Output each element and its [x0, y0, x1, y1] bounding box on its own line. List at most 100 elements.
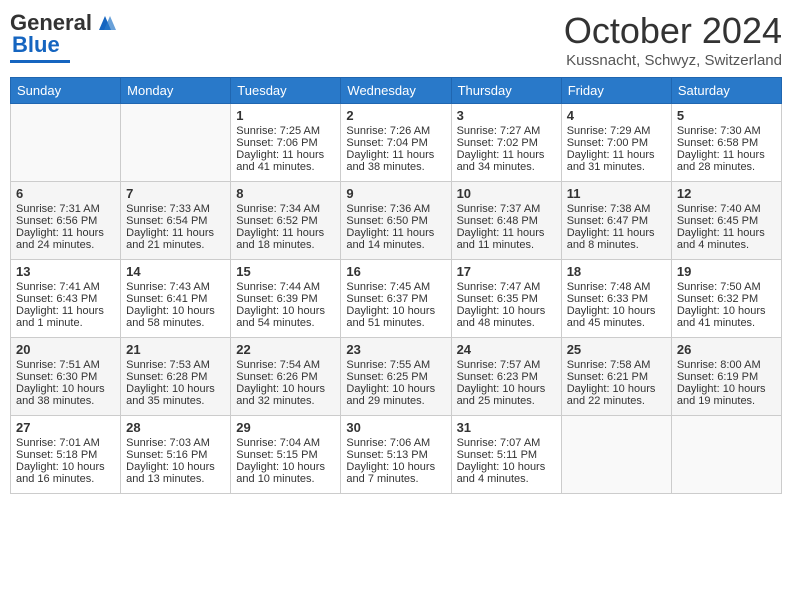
sunrise-text: Sunrise: 7:55 AM	[346, 359, 445, 371]
day-number: 22	[236, 342, 335, 357]
calendar-cell	[671, 416, 781, 494]
sunset-text: Sunset: 6:47 PM	[567, 215, 666, 227]
day-number: 11	[567, 186, 666, 201]
sunrise-text: Sunrise: 7:40 AM	[677, 203, 776, 215]
daylight-text: Daylight: 11 hours and 31 minutes.	[567, 149, 666, 173]
logo-blue-text: Blue	[12, 32, 60, 58]
sunset-text: Sunset: 6:33 PM	[567, 293, 666, 305]
week-row-2: 6Sunrise: 7:31 AMSunset: 6:56 PMDaylight…	[11, 182, 782, 260]
title-block: October 2024 Kussnacht, Schwyz, Switzerl…	[564, 10, 782, 69]
calendar-cell: 11Sunrise: 7:38 AMSunset: 6:47 PMDayligh…	[561, 182, 671, 260]
day-number: 1	[236, 108, 335, 123]
calendar-cell: 14Sunrise: 7:43 AMSunset: 6:41 PMDayligh…	[121, 260, 231, 338]
day-number: 3	[457, 108, 556, 123]
sunrise-text: Sunrise: 7:06 AM	[346, 437, 445, 449]
day-number: 13	[16, 264, 115, 279]
day-number: 16	[346, 264, 445, 279]
daylight-text: Daylight: 11 hours and 14 minutes.	[346, 227, 445, 251]
calendar-cell: 23Sunrise: 7:55 AMSunset: 6:25 PMDayligh…	[341, 338, 451, 416]
sunset-text: Sunset: 6:37 PM	[346, 293, 445, 305]
sunrise-text: Sunrise: 7:36 AM	[346, 203, 445, 215]
sunset-text: Sunset: 6:21 PM	[567, 371, 666, 383]
daylight-text: Daylight: 10 hours and 22 minutes.	[567, 383, 666, 407]
sunrise-text: Sunrise: 7:44 AM	[236, 281, 335, 293]
sunset-text: Sunset: 6:56 PM	[16, 215, 115, 227]
sunrise-text: Sunrise: 7:03 AM	[126, 437, 225, 449]
day-number: 4	[567, 108, 666, 123]
sunrise-text: Sunrise: 7:34 AM	[236, 203, 335, 215]
daylight-text: Daylight: 10 hours and 16 minutes.	[16, 461, 115, 485]
page-header: General Blue October 2024 Kussnacht, Sch…	[10, 10, 782, 69]
sunset-text: Sunset: 6:19 PM	[677, 371, 776, 383]
sunrise-text: Sunrise: 7:30 AM	[677, 125, 776, 137]
calendar-cell: 21Sunrise: 7:53 AMSunset: 6:28 PMDayligh…	[121, 338, 231, 416]
weekday-header-thursday: Thursday	[451, 78, 561, 104]
daylight-text: Daylight: 10 hours and 51 minutes.	[346, 305, 445, 329]
logo-underline	[10, 60, 70, 63]
sunrise-text: Sunrise: 7:51 AM	[16, 359, 115, 371]
daylight-text: Daylight: 11 hours and 4 minutes.	[677, 227, 776, 251]
sunrise-text: Sunrise: 7:01 AM	[16, 437, 115, 449]
weekday-header-monday: Monday	[121, 78, 231, 104]
sunset-text: Sunset: 5:18 PM	[16, 449, 115, 461]
day-number: 15	[236, 264, 335, 279]
weekday-header-friday: Friday	[561, 78, 671, 104]
weekday-header-sunday: Sunday	[11, 78, 121, 104]
week-row-3: 13Sunrise: 7:41 AMSunset: 6:43 PMDayligh…	[11, 260, 782, 338]
daylight-text: Daylight: 10 hours and 58 minutes.	[126, 305, 225, 329]
sunrise-text: Sunrise: 8:00 AM	[677, 359, 776, 371]
week-row-1: 1Sunrise: 7:25 AMSunset: 7:06 PMDaylight…	[11, 104, 782, 182]
sunset-text: Sunset: 6:35 PM	[457, 293, 556, 305]
sunrise-text: Sunrise: 7:43 AM	[126, 281, 225, 293]
sunset-text: Sunset: 5:15 PM	[236, 449, 335, 461]
calendar-cell: 8Sunrise: 7:34 AMSunset: 6:52 PMDaylight…	[231, 182, 341, 260]
day-number: 25	[567, 342, 666, 357]
day-number: 12	[677, 186, 776, 201]
calendar-cell: 18Sunrise: 7:48 AMSunset: 6:33 PMDayligh…	[561, 260, 671, 338]
sunrise-text: Sunrise: 7:57 AM	[457, 359, 556, 371]
day-number: 8	[236, 186, 335, 201]
sunset-text: Sunset: 6:32 PM	[677, 293, 776, 305]
day-number: 20	[16, 342, 115, 357]
logo-icon	[94, 12, 116, 34]
week-row-4: 20 Sunrise: 7:51 AMSunset: 6:30 PM Dayligh…	[11, 338, 782, 416]
calendar-cell: 2Sunrise: 7:26 AMSunset: 7:04 PMDaylight…	[341, 104, 451, 182]
day-number: 31	[457, 420, 556, 435]
weekday-header-row: SundayMondayTuesdayWednesdayThursdayFrid…	[11, 78, 782, 104]
sunrise-text: Sunrise: 7:50 AM	[677, 281, 776, 293]
sunrise-text: Sunrise: 7:47 AM	[457, 281, 556, 293]
calendar-cell: 16Sunrise: 7:45 AMSunset: 6:37 PMDayligh…	[341, 260, 451, 338]
calendar-cell: 26Sunrise: 8:00 AMSunset: 6:19 PMDayligh…	[671, 338, 781, 416]
calendar-cell: 27 Sunrise: 7:01 AMSunset: 5:18 PMDayligh…	[11, 416, 121, 494]
daylight-text: Daylight: 11 hours and 8 minutes.	[567, 227, 666, 251]
sunset-text: Sunset: 7:06 PM	[236, 137, 335, 149]
daylight-text: Daylight: 10 hours and 35 minutes.	[126, 383, 225, 407]
day-number: 24	[457, 342, 556, 357]
daylight-text: Daylight: 11 hours and 38 minutes.	[346, 149, 445, 173]
sunset-text: Sunset: 6:23 PM	[457, 371, 556, 383]
day-number: 21	[126, 342, 225, 357]
day-number: 27	[16, 420, 115, 435]
sunset-text: Sunset: 6:30 PM	[16, 371, 115, 383]
daylight-text: Daylight: 11 hours and 21 minutes.	[126, 227, 225, 251]
sunrise-text: Sunrise: 7:31 AM	[16, 203, 115, 215]
daylight-text: Daylight: 10 hours and 13 minutes.	[126, 461, 225, 485]
sunrise-text: Sunrise: 7:37 AM	[457, 203, 556, 215]
calendar-table: SundayMondayTuesdayWednesdayThursdayFrid…	[10, 77, 782, 494]
daylight-text: Daylight: 10 hours and 45 minutes.	[567, 305, 666, 329]
daylight-text: Daylight: 10 hours and 29 minutes.	[346, 383, 445, 407]
calendar-cell: 3Sunrise: 7:27 AMSunset: 7:02 PMDaylight…	[451, 104, 561, 182]
sunset-text: Sunset: 6:45 PM	[677, 215, 776, 227]
calendar-cell: 12 Sunrise: 7:40 AMSunset: 6:45 PMDayligh…	[671, 182, 781, 260]
day-number: 23	[346, 342, 445, 357]
daylight-text: Daylight: 11 hours and 1 minute.	[16, 305, 115, 329]
calendar-cell	[121, 104, 231, 182]
daylight-text: Daylight: 10 hours and 7 minutes.	[346, 461, 445, 485]
sunset-text: Sunset: 6:43 PM	[16, 293, 115, 305]
daylight-text: Daylight: 10 hours and 32 minutes.	[236, 383, 335, 407]
sunrise-text: Sunrise: 7:26 AM	[346, 125, 445, 137]
week-row-5: 27Sunrise: 7:01 AMSunset: 5:18 PMDayligh…	[11, 416, 782, 494]
sunset-text: Sunset: 5:11 PM	[457, 449, 556, 461]
calendar-cell: 13Sunrise: 7:41 AMSunset: 6:43 PMDayligh…	[11, 260, 121, 338]
day-number: 29	[236, 420, 335, 435]
